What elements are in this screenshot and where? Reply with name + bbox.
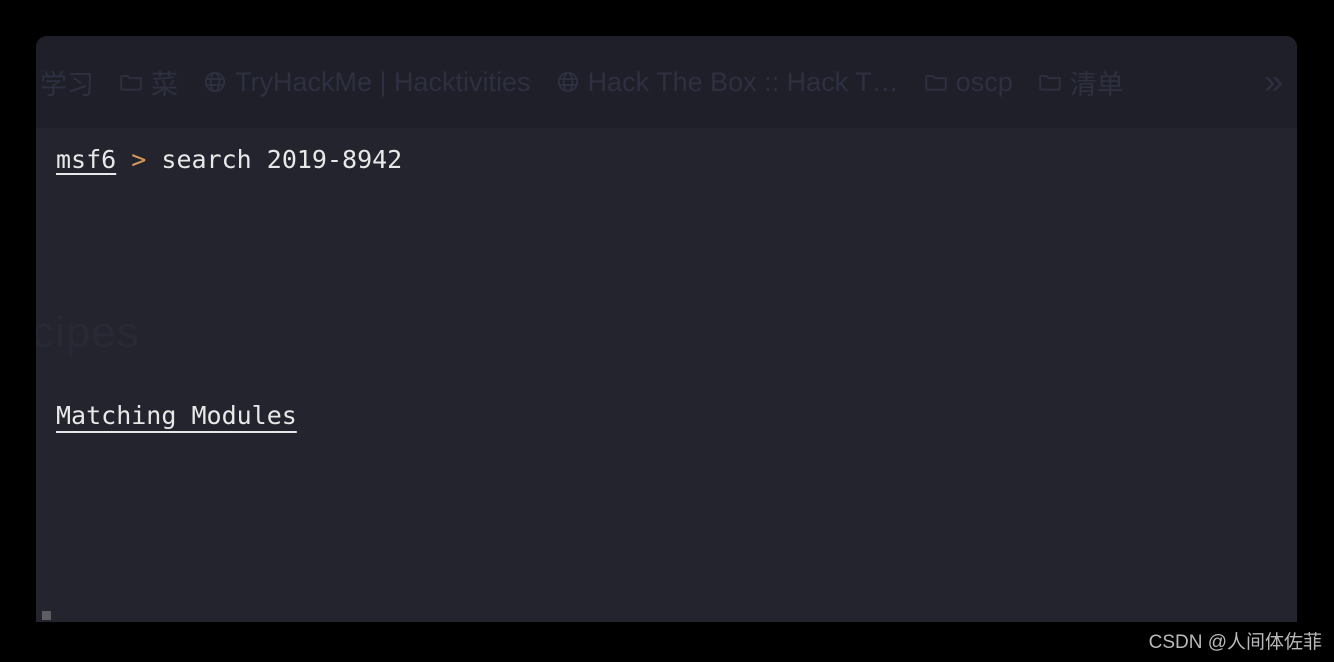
spacer-line-1 xyxy=(56,272,1297,304)
console-output[interactable]: msf6 > search 2019-8942 Matching Modules… xyxy=(36,36,1297,622)
section-title: Matching Modules xyxy=(56,401,297,430)
csdn-watermark: CSDN @人间体佐菲 xyxy=(1148,632,1322,653)
command-prompt-line: msf6 > search 2019-8942 xyxy=(56,144,1297,176)
command-text: search 2019-8942 xyxy=(161,145,403,174)
section-title-line: Matching Modules xyxy=(56,400,1297,432)
spacer-line-2 xyxy=(56,528,1297,560)
scrollbar-nub[interactable] xyxy=(42,611,51,620)
prompt-label: msf6 xyxy=(56,145,117,174)
terminal-window[interactable]: 学习 菜 TryHackMe | Hacktivities Hack The B… xyxy=(36,36,1297,622)
prompt-arrow: > xyxy=(131,145,147,174)
